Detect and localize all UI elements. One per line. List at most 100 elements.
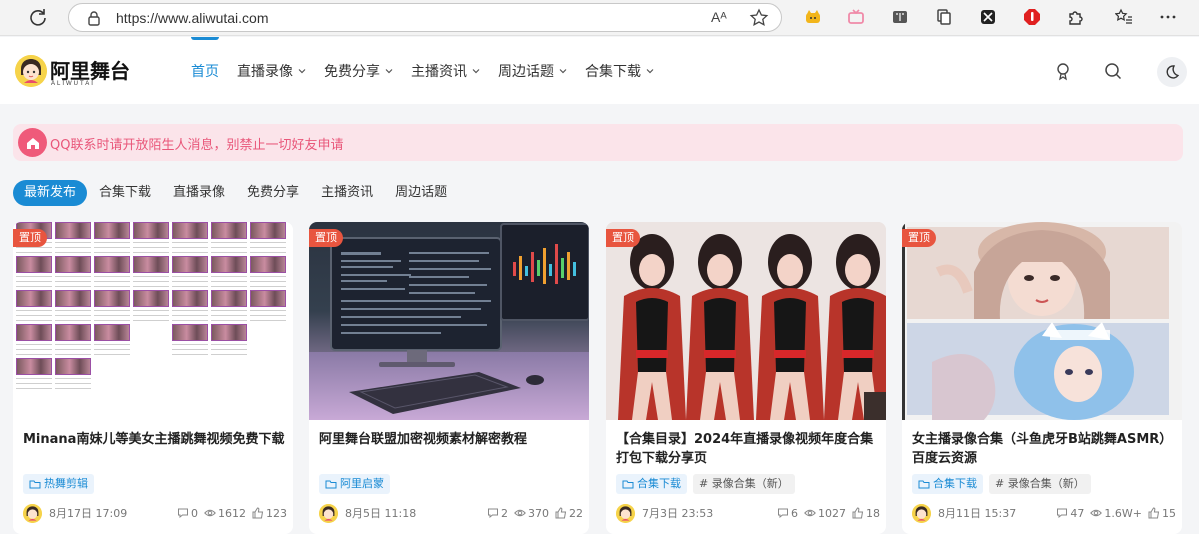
author-avatar[interactable] (23, 503, 42, 523)
post-card[interactable]: 置顶 女主播录像合集（斗鱼虎牙B站跳舞ASMR）百度云资源 合集下载 # 录像合集（新… (902, 222, 1182, 534)
chevron-down-icon (298, 68, 306, 73)
post-card[interactable]: 置顶 【合集目录】2024年直播录像视频年度合集打包下载分享页 合集下载 # 录像合集… (606, 222, 886, 534)
post-title[interactable]: 【合集目录】2024年直播录像视频年度合集打包下载分享页 (616, 430, 878, 468)
extension-adblock-icon[interactable] (1022, 7, 1042, 27)
extensions-puzzle-icon[interactable] (1066, 7, 1086, 27)
tab-4[interactable]: 主播资讯 (311, 180, 383, 206)
tab-2[interactable]: 直播录像 (163, 180, 235, 206)
thumbnail-tile (55, 324, 91, 356)
nav-item-1[interactable]: 直播录像 (237, 37, 306, 104)
post-stats: 2 370 22 (481, 507, 583, 520)
search-icon[interactable] (1103, 61, 1123, 81)
author-avatar[interactable] (912, 503, 931, 523)
post-date: 8月17日 17:09 (49, 507, 128, 520)
nav-item-2[interactable]: 免费分享 (324, 37, 393, 104)
extension-cut-icon[interactable] (978, 7, 998, 27)
nav-item-label: 主播资讯 (411, 63, 467, 80)
eye-icon (514, 509, 526, 517)
post-date: 7月3日 23:53 (642, 507, 714, 520)
eye-icon (1090, 509, 1103, 517)
extension-copy-icon[interactable] (934, 7, 954, 27)
notice-bar: QQ联系时请开放陌生人消息，别禁止一切好友申请 (13, 124, 1183, 161)
more-menu-icon[interactable] (1158, 7, 1178, 27)
author-avatar[interactable] (319, 503, 338, 523)
thumbnail-tile (16, 324, 52, 356)
tag-label: 热舞剪辑 (44, 477, 88, 490)
notice-text: QQ联系时请开放陌生人消息，别禁止一切好友申请 (50, 138, 344, 153)
url-text[interactable]: https://www.aliwutai.com (116, 10, 269, 26)
thumbnail-tile (211, 324, 247, 356)
thumbnail-tile (55, 256, 91, 288)
thumbs-up-icon (852, 507, 864, 519)
favorite-star-icon[interactable] (749, 8, 769, 28)
nav-item-label: 首页 (191, 63, 219, 80)
comment-icon (178, 508, 188, 519)
nav-item-3[interactable]: 主播资讯 (411, 37, 480, 104)
category-tag[interactable]: 合集下载 (912, 474, 983, 494)
post-title[interactable]: 女主播录像合集（斗鱼虎牙B站跳舞ASMR）百度云资源 (912, 430, 1174, 468)
logo-text: 阿里舞台 (50, 59, 130, 83)
post-title[interactable]: 阿里舞台联盟加密视频素材解密教程 (319, 430, 581, 449)
address-bar[interactable]: https://www.aliwutai.com Aᴬ (68, 3, 782, 32)
stat-comments-value: 2 (501, 506, 508, 520)
thumbnail-tile (94, 256, 130, 288)
stat-likes-value: 22 (569, 506, 583, 520)
tab-0[interactable]: 最新发布 (13, 180, 88, 206)
author-avatar[interactable] (616, 503, 635, 523)
topic-tag[interactable]: # 录像合集（新） (989, 474, 1091, 494)
nav-item-label: 合集下载 (585, 63, 641, 80)
post-title[interactable]: Minana南妹儿等美女主播跳舞视频免费下载 (23, 430, 285, 449)
eye-icon (804, 509, 816, 517)
comment-icon (488, 508, 498, 519)
user-icon[interactable] (1053, 61, 1073, 81)
extension-book-icon[interactable] (890, 7, 910, 27)
stat-comments: 0 (177, 507, 198, 520)
category-tag[interactable]: 阿里启蒙 (319, 474, 390, 494)
read-aloud-icon[interactable]: Aᴬ (711, 9, 727, 25)
topic-tag[interactable]: # 录像合集（新） (693, 474, 795, 494)
lock-icon[interactable] (87, 10, 101, 26)
chevron-down-icon (646, 68, 654, 73)
thumbnail-tile (133, 290, 169, 322)
tag-label: # 录像合集（新） (995, 477, 1085, 490)
post-thumbnail[interactable] (902, 222, 1182, 420)
thumbnail-tile (250, 222, 286, 254)
post-thumbnail[interactable] (606, 222, 886, 420)
thumbnail-tile (55, 358, 91, 390)
nav-item-label: 直播录像 (237, 63, 293, 80)
thumbs-up-icon (252, 507, 264, 519)
category-tag[interactable]: 合集下载 (616, 474, 687, 494)
stat-views-value: 1027 (818, 506, 846, 520)
home-icon (18, 128, 47, 157)
thumbnail-tile (94, 324, 130, 356)
reload-icon[interactable] (28, 7, 48, 27)
tab-1[interactable]: 合集下载 (89, 180, 161, 206)
nav-item-0[interactable]: 首页 (191, 37, 219, 104)
category-tag[interactable]: 热舞剪辑 (23, 474, 94, 494)
moon-icon (1166, 65, 1180, 79)
thumbnail-tile (172, 256, 208, 288)
post-meta: 7月3日 23:53 6 1027 18 (616, 503, 880, 523)
tab-5[interactable]: 周边话题 (385, 180, 457, 206)
site-logo[interactable]: 阿里舞台 ALIWUTAI (15, 55, 130, 87)
pinned-badge: 置顶 (309, 229, 343, 247)
extension-tv-icon[interactable] (846, 7, 866, 27)
thumbnail-tile (172, 290, 208, 322)
nav-item-label: 周边话题 (498, 63, 554, 80)
thumbnail-tile (250, 256, 286, 288)
nav-item-5[interactable]: 合集下载 (585, 37, 654, 104)
thumbnail-tile (16, 358, 52, 390)
stat-views: 370 (514, 507, 549, 520)
post-thumbnail[interactable] (309, 222, 589, 420)
favorites-list-icon[interactable] (1114, 7, 1134, 27)
dark-mode-toggle[interactable] (1157, 57, 1187, 87)
stat-likes: 123 (252, 507, 287, 520)
tab-3[interactable]: 免费分享 (237, 180, 309, 206)
post-card[interactable]: 置顶 阿里舞台联盟加密视频素材解密教程 阿里启蒙 8月5日 11:18 2 370 22 (309, 222, 589, 534)
post-card[interactable]: 置顶 Minana南妹儿等美女主播跳舞视频免费下载 热舞剪辑 8月17日 17:09 0… (13, 222, 293, 534)
thumbnail-tile (250, 290, 286, 322)
stat-likes-value: 18 (866, 506, 880, 520)
post-thumbnail[interactable] (13, 222, 293, 420)
extension-cat-icon[interactable] (803, 7, 823, 27)
nav-item-4[interactable]: 周边话题 (498, 37, 567, 104)
